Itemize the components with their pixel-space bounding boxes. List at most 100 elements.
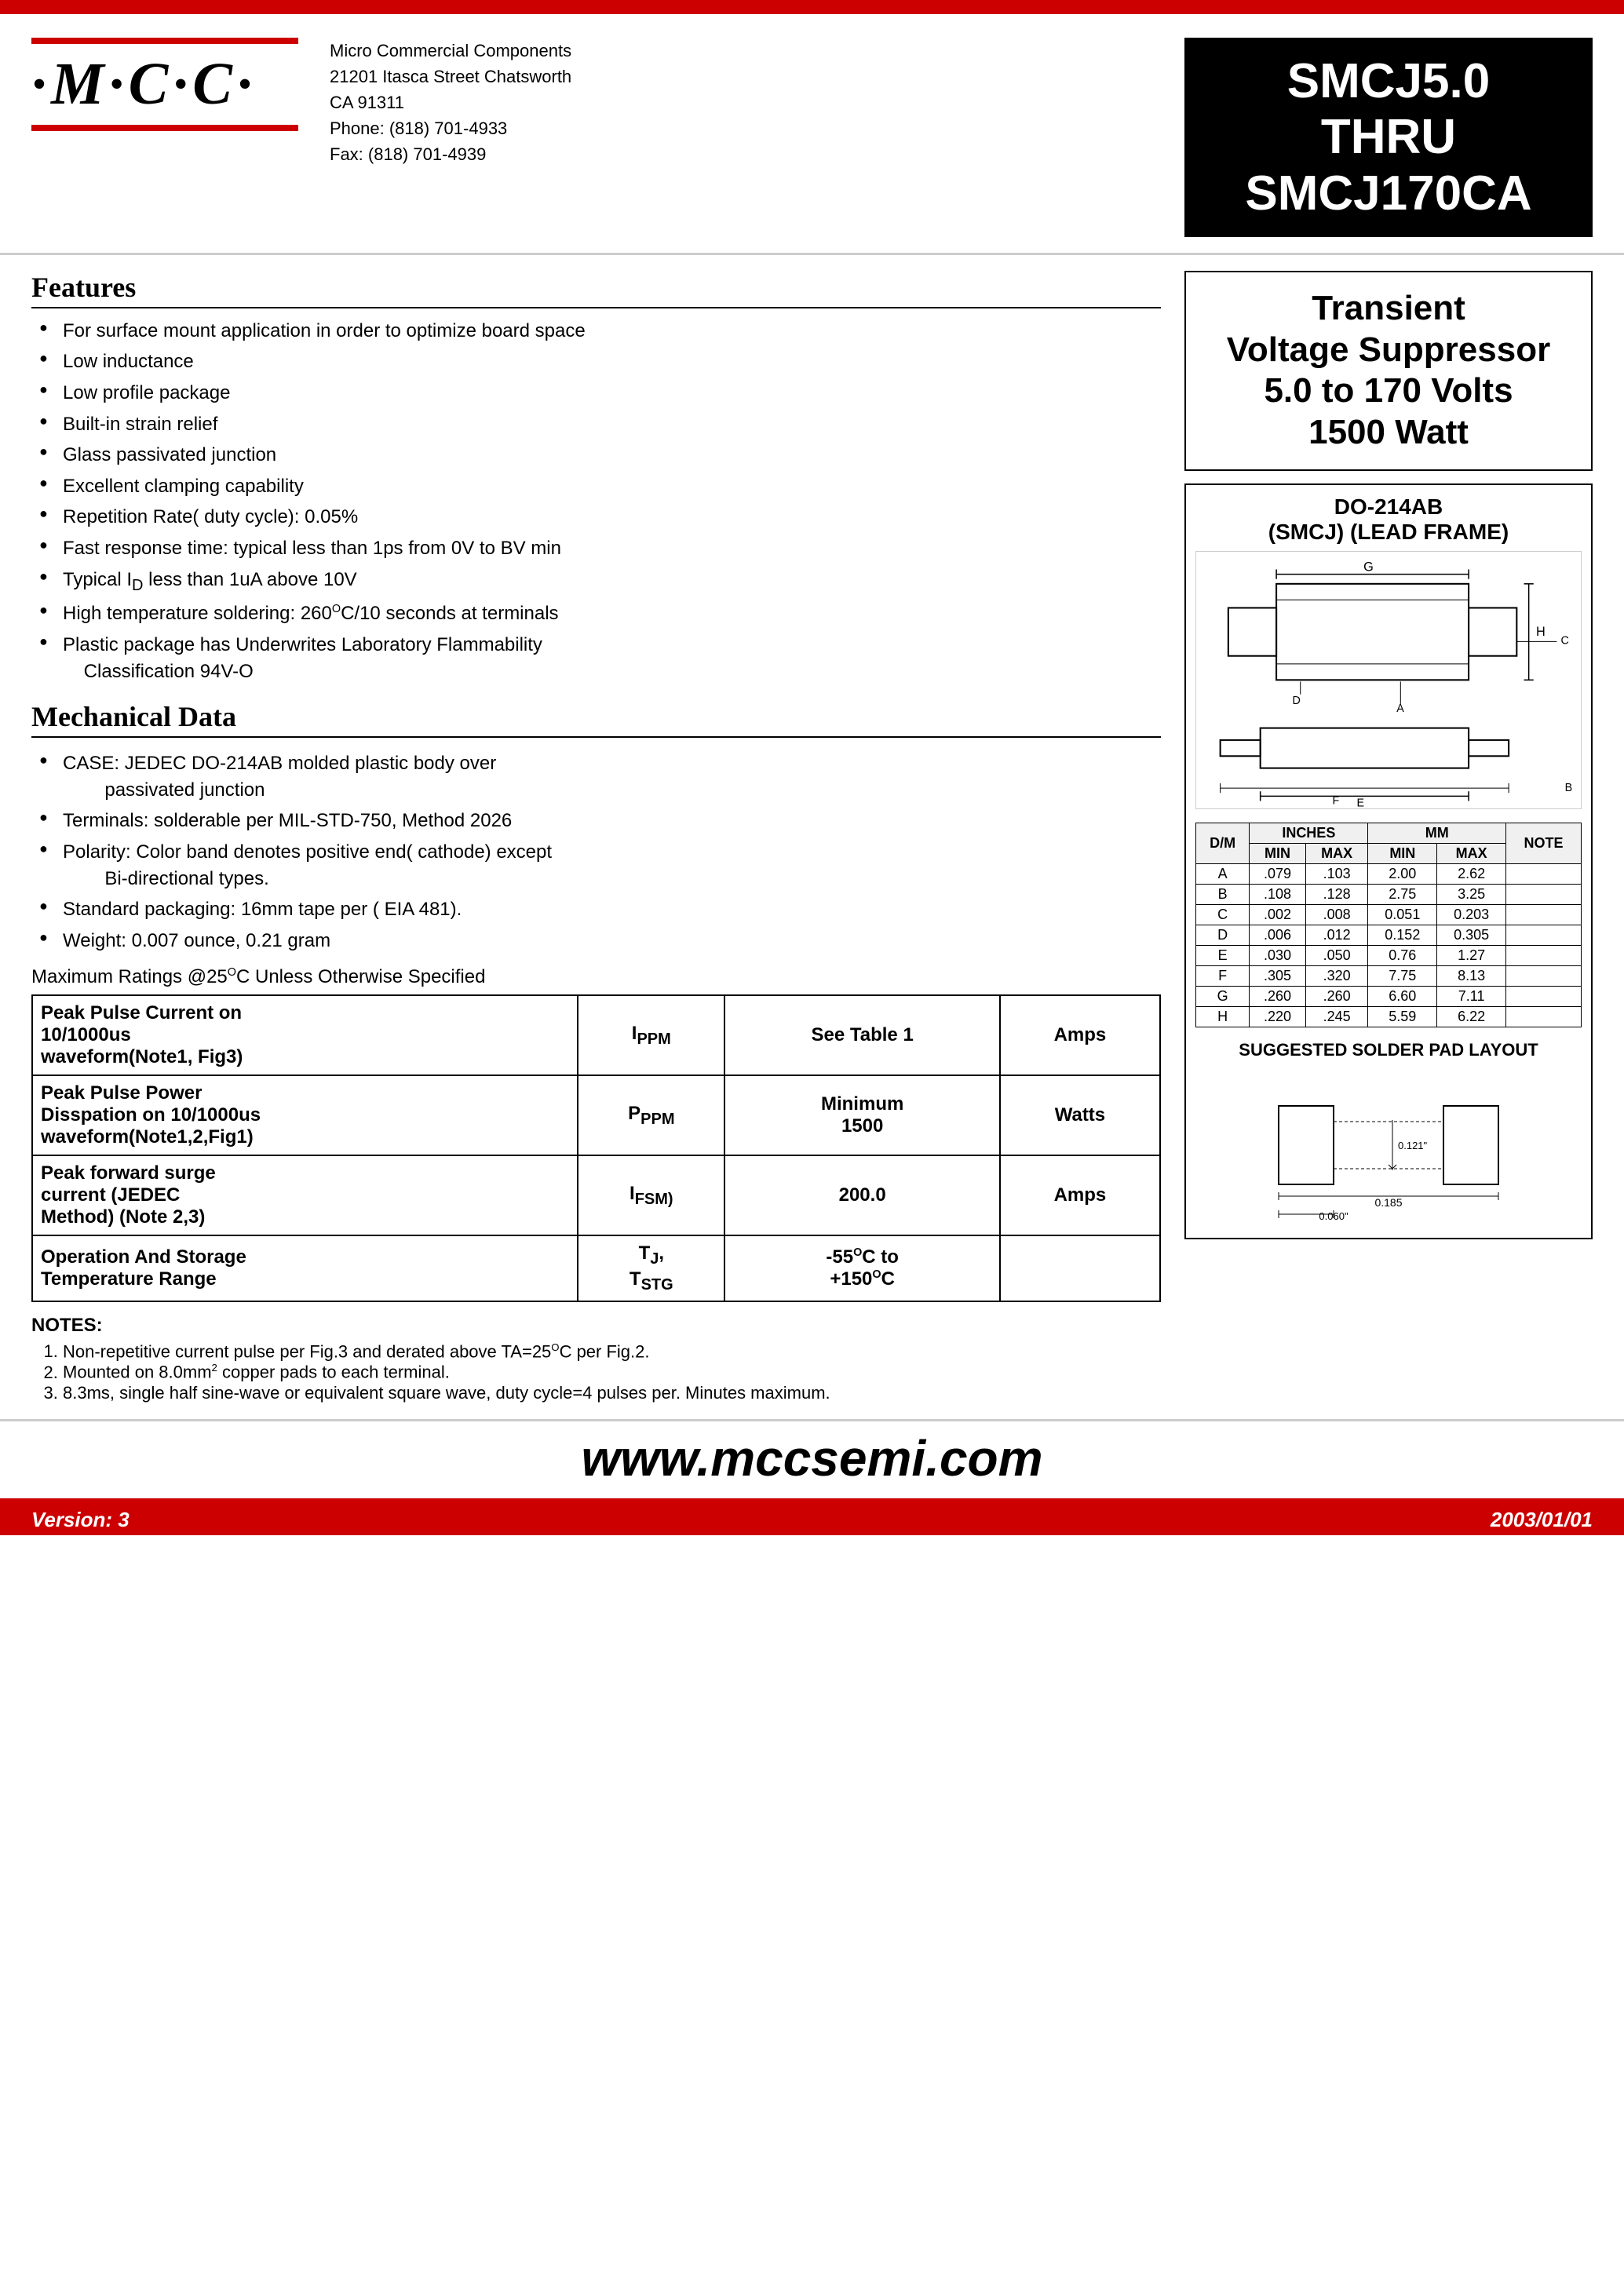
footer-version: Version: 3 bbox=[31, 1508, 130, 1532]
table-row: D.006.0120.1520.305 bbox=[1196, 925, 1582, 945]
feature-item: Fast response time: typical less than 1p… bbox=[39, 535, 1161, 562]
solder-section: SUGGESTED SOLDER PAD LAYOUT 0.185 bbox=[1195, 1040, 1582, 1228]
dimensions-table: D/M INCHES MM NOTE MIN MAX MIN MAX bbox=[1195, 823, 1582, 1027]
table-row: Peak forward surgecurrent (JEDECMethod) … bbox=[32, 1155, 1160, 1235]
rating-unit: Watts bbox=[1000, 1075, 1160, 1155]
rating-name: Peak Pulse Current on10/1000uswaveform(N… bbox=[32, 995, 578, 1075]
dim-header-inches: INCHES bbox=[1250, 823, 1368, 843]
right-column: Transient Voltage Suppressor 5.0 to 170 … bbox=[1177, 255, 1593, 1403]
logo-area: ·M·C·C· bbox=[31, 38, 298, 131]
rating-symbol: PPPM bbox=[578, 1075, 724, 1155]
rating-name: Operation And StorageTemperature Range bbox=[32, 1235, 578, 1301]
feature-item: Excellent clamping capability bbox=[39, 473, 1161, 500]
package-title-line1: DO-214AB bbox=[1334, 494, 1443, 519]
left-column: Features For surface mount application i… bbox=[31, 255, 1177, 1403]
table-row: A.079.1032.002.62 bbox=[1196, 863, 1582, 884]
mech-item: CASE: JEDEC DO-214AB molded plastic body… bbox=[39, 750, 1161, 803]
table-row: B.108.1282.753.25 bbox=[1196, 884, 1582, 904]
svg-text:0.185: 0.185 bbox=[1374, 1196, 1402, 1209]
mechanical-title: Mechanical Data bbox=[31, 700, 1161, 738]
logo-bottom-line bbox=[31, 125, 298, 131]
feature-item: Typical ID less than 1uA above 10V bbox=[39, 567, 1161, 597]
feature-item: Low inductance bbox=[39, 348, 1161, 375]
dim-min: MIN bbox=[1250, 843, 1306, 863]
feature-item: For surface mount application in order t… bbox=[39, 318, 1161, 345]
dim-header-dm: D/M bbox=[1196, 823, 1250, 863]
feature-item: High temperature soldering: 260OC/10 sec… bbox=[39, 600, 1161, 627]
rating-value: 200.0 bbox=[724, 1155, 999, 1235]
company-phone: Phone: (818) 701-4933 bbox=[330, 115, 571, 141]
mech-item: Polarity: Color band denotes positive en… bbox=[39, 839, 1161, 892]
notes-title: NOTES: bbox=[31, 1315, 1161, 1337]
transient-box: Transient Voltage Suppressor 5.0 to 170 … bbox=[1184, 271, 1593, 471]
transient-line3: 5.0 to 170 Volts bbox=[1264, 371, 1513, 410]
feature-item: Repetition Rate( duty cycle): 0.05% bbox=[39, 504, 1161, 531]
feature-item: Plastic package has Underwrites Laborato… bbox=[39, 632, 1161, 684]
bottom-footer: Version: 3 2003/01/01 bbox=[0, 1505, 1624, 1535]
svg-text:F: F bbox=[1333, 795, 1340, 808]
svg-text:0.121": 0.121" bbox=[1398, 1140, 1428, 1151]
package-title: DO-214AB (SMCJ) (LEAD FRAME) bbox=[1195, 494, 1582, 545]
package-box: DO-214AB (SMCJ) (LEAD FRAME) bbox=[1184, 483, 1593, 1239]
rating-unit bbox=[1000, 1235, 1160, 1301]
package-title-line2: (SMCJ) (LEAD FRAME) bbox=[1268, 520, 1509, 544]
feature-item: Glass passivated junction bbox=[39, 442, 1161, 469]
part-number-title: SMCJ5.0THRUSMCJ170CA bbox=[1245, 53, 1531, 221]
logo-text: ·M·C·C· bbox=[31, 50, 298, 119]
svg-text:D: D bbox=[1293, 695, 1301, 707]
notes-list: Non-repetitive current pulse per Fig.3 a… bbox=[31, 1341, 1161, 1403]
company-name: Micro Commercial Components bbox=[330, 38, 571, 64]
rating-name: Peak Pulse PowerDisspation on 10/1000usw… bbox=[32, 1075, 578, 1155]
website-text: www.mccsemi.com bbox=[0, 1421, 1624, 1490]
table-row: Peak Pulse PowerDisspation on 10/1000usw… bbox=[32, 1075, 1160, 1155]
svg-text:B: B bbox=[1565, 782, 1573, 794]
dim-max: MAX bbox=[1305, 843, 1368, 863]
rating-value: See Table 1 bbox=[724, 995, 999, 1075]
transient-line2: Voltage Suppressor bbox=[1227, 330, 1550, 369]
table-row: G.260.2606.607.11 bbox=[1196, 986, 1582, 1006]
note-item: 8.3ms, single half sine-wave or equivale… bbox=[63, 1383, 1161, 1403]
svg-text:A: A bbox=[1396, 702, 1404, 715]
company-info: Micro Commercial Components 21201 Itasca… bbox=[330, 38, 571, 167]
notes-section: NOTES: Non-repetitive current pulse per … bbox=[31, 1315, 1161, 1403]
max-ratings-title: Maximum Ratings @25OC Unless Otherwise S… bbox=[31, 966, 1161, 988]
feature-item: Low profile package bbox=[39, 380, 1161, 407]
mech-item: Standard packaging: 16mm tape per ( EIA … bbox=[39, 896, 1161, 923]
rating-symbol: IPPM bbox=[578, 995, 724, 1075]
rating-value: -55OC to+150OC bbox=[724, 1235, 999, 1301]
top-bar bbox=[0, 0, 1624, 14]
feature-item: Built-in strain relief bbox=[39, 411, 1161, 438]
part-number-box: SMCJ5.0THRUSMCJ170CA bbox=[1184, 38, 1593, 237]
svg-text:G: G bbox=[1363, 560, 1374, 575]
mechanical-list: CASE: JEDEC DO-214AB molded plastic body… bbox=[39, 750, 1161, 954]
page-wrapper: ·M·C·C· Micro Commercial Components 2120… bbox=[0, 0, 1624, 2295]
header-logo-company: ·M·C·C· Micro Commercial Components 2120… bbox=[31, 38, 1184, 237]
svg-text:E: E bbox=[1357, 797, 1365, 809]
note-item: Mounted on 8.0mm2 copper pads to each te… bbox=[63, 1362, 1161, 1382]
solder-pad-svg: 0.185 0.121" 0.060" bbox=[1271, 1067, 1506, 1224]
company-address2: CA 91311 bbox=[330, 89, 571, 115]
table-row: F.305.3207.758.13 bbox=[1196, 965, 1582, 986]
mech-item: Weight: 0.007 ounce, 0.21 gram bbox=[39, 928, 1161, 954]
bottom-section: www.mccsemi.com Version: 3 2003/01/01 bbox=[0, 1419, 1624, 1535]
dim-header-mm: MM bbox=[1368, 823, 1506, 843]
rating-unit: Amps bbox=[1000, 995, 1160, 1075]
transient-title: Transient Voltage Suppressor 5.0 to 170 … bbox=[1194, 288, 1583, 454]
table-row: Peak Pulse Current on10/1000uswaveform(N… bbox=[32, 995, 1160, 1075]
table-row: Operation And StorageTemperature Range T… bbox=[32, 1235, 1160, 1301]
svg-text:H: H bbox=[1536, 625, 1546, 639]
rating-value: Minimum1500 bbox=[724, 1075, 999, 1155]
transient-line4: 1500 Watt bbox=[1308, 413, 1469, 451]
header: ·M·C·C· Micro Commercial Components 2120… bbox=[0, 14, 1624, 255]
rating-symbol: IFSM) bbox=[578, 1155, 724, 1235]
features-list: For surface mount application in order t… bbox=[39, 318, 1161, 684]
dim-header-note: NOTE bbox=[1506, 823, 1582, 863]
rating-unit: Amps bbox=[1000, 1155, 1160, 1235]
note-item: Non-repetitive current pulse per Fig.3 a… bbox=[63, 1341, 1161, 1362]
package-diagram: G H D A C bbox=[1195, 551, 1582, 809]
rating-symbol: TJ,TSTG bbox=[578, 1235, 724, 1301]
website-bar bbox=[0, 1498, 1624, 1505]
features-title: Features bbox=[31, 271, 1161, 308]
company-fax: Fax: (818) 701-4939 bbox=[330, 141, 571, 167]
table-row: H.220.2455.596.22 bbox=[1196, 1006, 1582, 1027]
